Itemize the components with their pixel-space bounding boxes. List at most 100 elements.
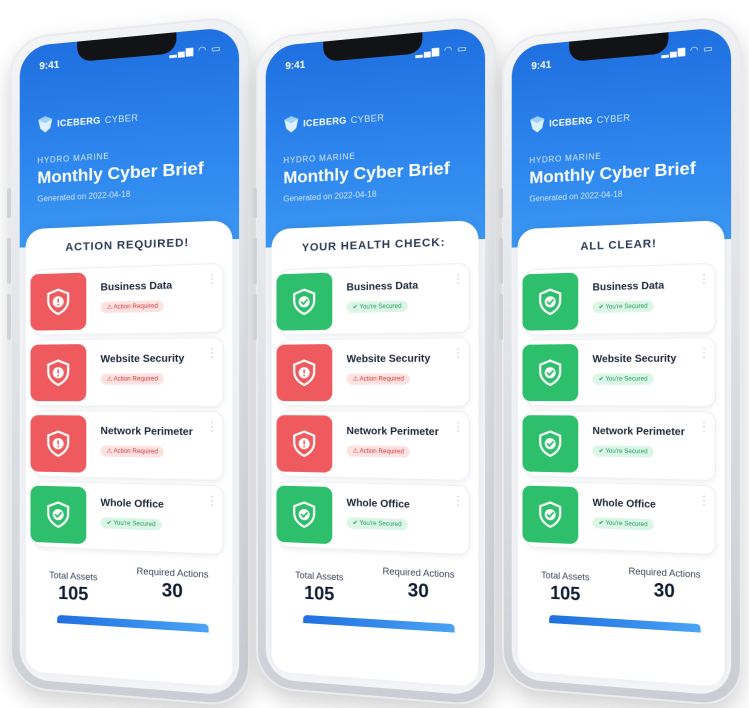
status-badge: ✔ You're Secured [347,517,408,531]
total-assets-label: Total Assets [49,570,97,583]
bottom-accent-bar [57,615,208,633]
more-options-icon[interactable]: · · · [702,421,706,434]
required-actions: Required Actions 30 [628,566,700,604]
generated-date: Generated on 2022-04-18 [283,189,376,203]
status-time: 9:41 [285,60,305,73]
required-actions-value: 30 [136,578,208,604]
more-options-icon[interactable]: · · · [210,273,214,286]
required-actions-label: Required Actions [628,566,700,580]
status-badge: ✔ You're Secured [593,445,654,457]
asset-status-tile [522,273,578,331]
status-badge: ✔ You're Secured [101,517,162,531]
required-actions-value: 30 [628,578,700,604]
shield-alert-icon [43,357,73,388]
brand-name: ICEBERG [549,115,592,128]
summary-stats: Total Assets 105 Required Actions 30 [518,561,725,634]
status-badge: ⚠ Action Required [347,373,411,385]
status-headline: ALL CLEAR! [518,235,725,255]
generated-date: Generated on 2022-04-18 [37,189,130,203]
more-options-icon[interactable]: · · · [456,494,460,507]
more-options-icon[interactable]: · · · [456,421,460,434]
more-options-icon[interactable]: · · · [702,347,706,360]
asset-item[interactable]: Website Security ⚠ Action Required · · · [33,337,223,407]
shield-check-icon [535,499,565,530]
side-button [253,188,257,218]
required-actions-value: 30 [382,578,454,604]
side-button [253,294,257,340]
brand-sub: CYBER [105,112,139,125]
asset-item[interactable]: Network Perimeter ⚠ Action Required · · · [279,410,469,481]
required-actions: Required Actions 30 [136,566,208,604]
asset-list: Business Data ⚠ Action Required · · · Webs… [33,263,223,560]
shield-alert-icon [289,357,319,388]
more-options-icon[interactable]: · · · [702,494,706,507]
iceberg-logo-icon [529,115,545,134]
shield-alert-icon [43,428,73,459]
phone-all-clear: 9:41 ▂▄▆ ◠ ▭ ICEBERG CYBER HYDRO MARINE … [502,15,742,708]
more-options-icon[interactable]: · · · [702,273,706,286]
asset-status-tile [30,344,86,401]
asset-name: Website Security [593,353,677,365]
asset-name: Whole Office [101,498,164,511]
bottom-accent-bar [303,615,454,633]
asset-status-tile [522,344,578,401]
asset-item[interactable]: Network Perimeter ✔ You're Secured · · · [525,410,715,481]
asset-item[interactable]: Business Data ✔ You're Secured · · · [279,263,469,336]
status-badge: ⚠ Action Required [347,445,411,457]
asset-name: Network Perimeter [101,426,193,438]
status-badge: ✔ You're Secured [593,517,654,531]
asset-status-tile [276,344,332,401]
brand-logo: ICEBERG CYBER [37,108,138,134]
asset-name: Whole Office [347,498,410,511]
status-headline: YOUR HEALTH CHECK: [272,235,479,255]
side-button [7,188,11,218]
shield-alert-icon [43,286,73,317]
asset-item[interactable]: Whole Office ✔ You're Secured · · · [33,481,223,556]
phone-screen: 9:41 ▂▄▆ ◠ ▭ ICEBERG CYBER HYDRO MARINE … [20,26,239,696]
asset-status-tile [30,486,86,545]
iceberg-logo-icon [37,115,53,134]
phone-health-check: 9:41 ▂▄▆ ◠ ▭ ICEBERG CYBER HYDRO MARINE … [256,15,496,708]
asset-item[interactable]: Website Security ⚠ Action Required · · · [279,337,469,407]
bottom-accent-bar [549,615,700,633]
more-options-icon[interactable]: · · · [210,421,214,434]
asset-item[interactable]: Website Security ✔ You're Secured · · · [525,337,715,407]
shield-check-icon [43,499,73,530]
brief-card: YOUR HEALTH CHECK: Business Data ✔ You'r… [272,220,479,687]
total-assets: Total Assets 105 [541,570,589,606]
more-options-icon[interactable]: · · · [456,273,460,286]
asset-name: Business Data [593,280,665,293]
status-badge: ✔ You're Secured [593,300,654,313]
status-headline: ACTION REQUIRED! [26,235,233,255]
asset-list: Business Data ✔ You're Secured · · · Websi… [279,263,469,560]
status-icons: ▂▄▆ ◠ ▭ [415,43,467,59]
total-assets-value: 105 [295,582,343,606]
asset-item[interactable]: Whole Office ✔ You're Secured · · · [279,481,469,556]
generated-date: Generated on 2022-04-18 [529,189,622,203]
brand-logo: ICEBERG CYBER [283,108,384,134]
more-options-icon[interactable]: · · · [210,494,214,507]
asset-item[interactable]: Business Data ✔ You're Secured · · · [525,263,715,336]
brand-sub: CYBER [351,112,385,125]
phone-screen: 9:41 ▂▄▆ ◠ ▭ ICEBERG CYBER HYDRO MARINE … [512,26,731,696]
asset-item[interactable]: Whole Office ✔ You're Secured · · · [525,481,715,556]
brief-card: ACTION REQUIRED! Business Data ⚠ Action … [26,220,233,687]
side-button [253,238,257,284]
side-button [499,188,503,218]
asset-name: Whole Office [593,498,656,511]
asset-status-tile [30,273,86,331]
more-options-icon[interactable]: · · · [210,347,214,360]
status-icons: ▂▄▆ ◠ ▭ [169,43,221,59]
status-badge: ✔ You're Secured [347,300,408,313]
total-assets-value: 105 [541,582,589,606]
shield-check-icon [535,428,565,459]
header-banner: 9:41 ▂▄▆ ◠ ▭ ICEBERG CYBER HYDRO MARINE … [20,26,239,247]
asset-item[interactable]: Business Data ⚠ Action Required · · · [33,263,223,336]
asset-item[interactable]: Network Perimeter ⚠ Action Required · · · [33,410,223,481]
side-button [7,294,11,340]
asset-status-tile [522,486,578,545]
total-assets: Total Assets 105 [295,570,343,606]
status-badge: ⚠ Action Required [101,445,165,457]
more-options-icon[interactable]: · · · [456,347,460,360]
iceberg-logo-icon [283,115,299,134]
